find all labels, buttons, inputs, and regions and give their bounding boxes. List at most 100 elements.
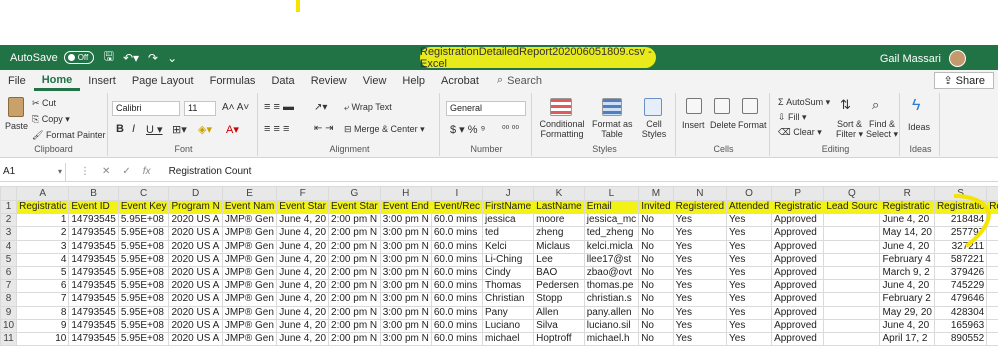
cell[interactable]: March 9, 2 [879,265,935,281]
name-box[interactable]: A1 ▾ [0,162,66,181]
cell[interactable]: JMP® Gen [221,305,278,320]
tab-view[interactable]: View [355,75,395,91]
tab-file[interactable]: File [0,75,34,91]
cell[interactable]: Yes [672,239,728,254]
cell[interactable]: Attended [726,199,773,215]
cell[interactable]: 5.95E+08 [117,331,170,347]
row-header-1[interactable]: 1 [0,199,18,215]
cell[interactable]: 2:00 pm N [328,318,381,333]
cell[interactable]: michael.h [583,331,640,347]
avatar[interactable] [949,50,966,67]
cell[interactable]: February 2 [879,292,935,307]
cell[interactable]: Christian [482,292,535,307]
cell[interactable] [823,292,881,307]
cell[interactable]: ted_zheng [583,226,640,241]
cell[interactable]: 60.0 mins [430,279,484,294]
borders-icon[interactable]: ⊞▾ [172,123,187,136]
cell[interactable]: 5.95E+08 [117,318,170,333]
cell[interactable]: Approved [771,213,825,228]
cell[interactable]: 0 [986,252,998,267]
cell[interactable]: jessica_mc [583,213,640,228]
cell[interactable]: 5.95E+08 [117,213,170,228]
cell[interactable]: Event/Rec [430,199,484,215]
cell[interactable]: Registratic [771,199,825,215]
cell[interactable]: Approved [771,318,825,333]
cell[interactable]: Approved [771,239,825,254]
cell[interactable]: JMP® Gen [221,213,278,228]
cell[interactable]: Approved [771,252,825,267]
cell[interactable] [823,331,881,347]
ideas-icon[interactable]: ϟ [912,97,920,115]
cell[interactable]: Yes [672,226,728,241]
cell[interactable]: llee17@st [583,252,640,267]
cell[interactable] [823,279,881,294]
row-header-5[interactable]: 5 [0,252,18,267]
cell[interactable]: BAO [533,265,585,281]
cell[interactable]: 3:00 pm N [379,239,432,254]
column-header-p[interactable]: P [771,186,825,201]
cell[interactable]: Approved [771,292,825,307]
tab-page-layout[interactable]: Page Layout [124,75,202,91]
cell[interactable]: 60.0 mins [430,239,484,254]
cell[interactable]: Yes [726,213,773,228]
enter-icon[interactable]: ✓ [122,166,130,177]
cell[interactable]: JMP® Gen [221,292,278,307]
select-all-corner[interactable] [0,186,18,201]
delete-cells-icon[interactable] [714,98,730,114]
cell[interactable]: 3:00 pm N [379,213,432,228]
cell[interactable]: 2:00 pm N [328,331,381,347]
conditional-formatting-button[interactable]: Conditional Formatting [538,119,586,139]
cell[interactable]: 5.95E+08 [117,226,170,241]
cell[interactable]: 3:00 pm N [379,305,432,320]
cell[interactable]: Approved [771,265,825,281]
cell[interactable]: Email [583,199,640,215]
customize-icon[interactable]: ⌄ [167,51,177,65]
cell[interactable]: No [638,318,674,333]
fill-color-icon[interactable]: ◈▾ [198,123,212,136]
cell[interactable]: 2020 US A [168,305,223,320]
column-header-f[interactable]: F [276,186,330,201]
cell[interactable]: Yes [672,318,728,333]
cell[interactable]: No [638,292,674,307]
row-header-2[interactable]: 2 [0,213,18,228]
cell[interactable]: 5.95E+08 [117,292,170,307]
cell[interactable]: Event ID [68,199,119,215]
cell[interactable]: June 4, 20 [276,318,330,333]
cell[interactable]: Event End [379,199,432,215]
cell[interactable]: 60.0 mins [430,331,484,347]
cell[interactable]: 0 [986,331,998,347]
cell[interactable]: 6 [16,279,70,294]
cell[interactable]: 3:00 pm N [379,252,432,267]
cell[interactable]: No [638,331,674,347]
cell[interactable]: JMP® Gen [221,265,278,281]
cell[interactable]: 60.0 mins [430,226,484,241]
cell[interactable]: Yes [672,331,728,347]
cell[interactable]: Lee [533,252,585,267]
cell[interactable]: Event Nam [221,199,278,215]
tab-review[interactable]: Review [303,75,355,91]
cell[interactable]: 890552 [933,331,988,347]
cell[interactable]: Yes [726,265,773,281]
row-header-9[interactable]: 9 [0,305,18,320]
cell[interactable]: 60.0 mins [430,292,484,307]
cell[interactable]: Stopp [533,292,585,307]
cell[interactable] [823,226,881,241]
column-header-q[interactable]: Q [823,186,881,201]
cell[interactable]: 479646 [933,292,988,307]
tab-acrobat[interactable]: Acrobat [433,75,487,91]
copy-button[interactable]: ⎘ Copy ▾ [32,114,70,125]
cell[interactable]: jessica [482,213,535,228]
horizontal-align-icons[interactable]: ≡ ≡ ≡ [264,123,289,135]
cell[interactable]: 587221 [933,252,988,267]
cell[interactable]: Yes [726,239,773,254]
cell[interactable]: 2020 US A [168,318,223,333]
accounting-format-icons[interactable]: $ ▾ % ⁹ [450,123,485,136]
cell[interactable]: No [638,279,674,294]
cell[interactable]: zbao@ovt [583,265,640,281]
cell[interactable]: 14793545 [68,265,119,281]
font-size-select[interactable]: 11 [184,101,216,116]
cell[interactable]: Event Star [328,199,381,215]
cell[interactable]: No [638,213,674,228]
cell[interactable]: 14793545 [68,318,119,333]
cell[interactable]: No [638,226,674,241]
